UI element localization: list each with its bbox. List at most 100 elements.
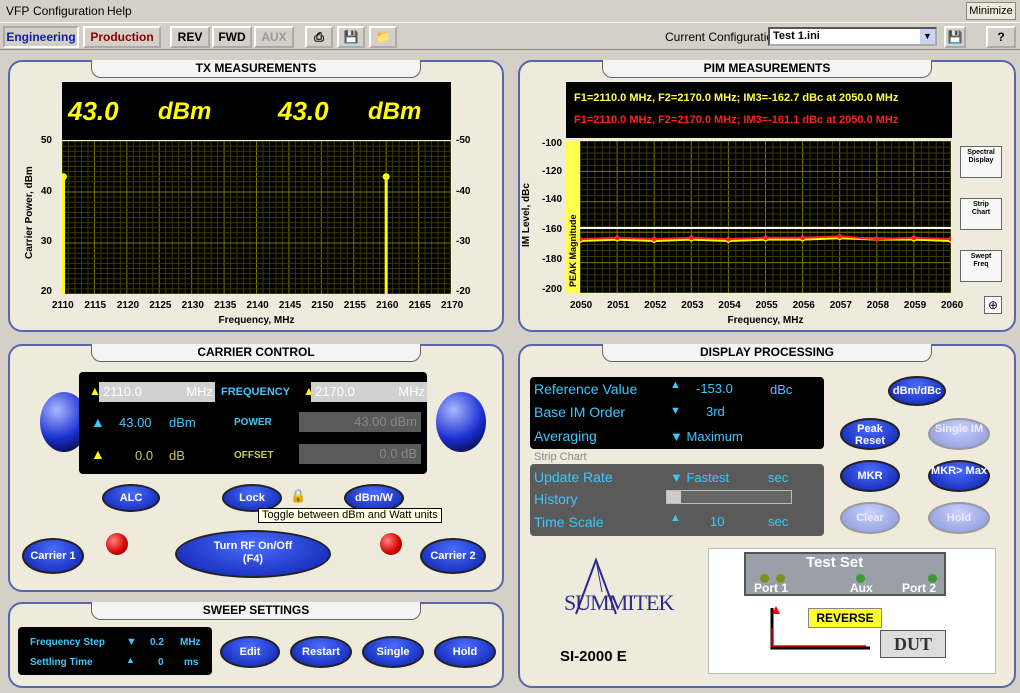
fwd-button[interactable]: FWD xyxy=(212,26,252,48)
restart-button[interactable]: Restart xyxy=(290,636,352,668)
frequency-step-stepper-icon[interactable]: ▼ xyxy=(126,636,137,648)
tx-chart xyxy=(62,141,451,294)
peak-magnitude-bar: PEAK Magnitude xyxy=(566,141,580,293)
hold-button[interactable]: Hold xyxy=(928,502,990,534)
sweep-params: Frequency Step ▼ 0.2 MHz Settling Time ▲… xyxy=(18,627,212,675)
tx-xticks: 2110 2115 2120 2125 2130 2135 2140 2145 2150 2155… xyxy=(46,300,466,312)
tx-xlabel: Frequency, MHz xyxy=(218,315,295,326)
strip-chart-button[interactable]: Strip Chart xyxy=(960,198,1002,230)
tx-ytick: 20 xyxy=(40,286,52,297)
reference-unit: dBc xyxy=(770,382,793,397)
minimize-button[interactable]: Minimize xyxy=(966,2,1016,20)
f1-field[interactable]: 2110.0 MHz xyxy=(99,382,215,402)
power-label: POWER xyxy=(234,417,272,428)
peak-magnitude-label: PEAK Magnitude xyxy=(568,214,578,287)
pim-title: PIM MEASUREMENTS xyxy=(602,60,932,78)
edit-button[interactable]: Edit xyxy=(220,636,280,668)
averaging-value[interactable]: ▼ Maximum xyxy=(670,429,743,444)
time-scale-stepper-icon[interactable]: ▲ xyxy=(670,512,681,524)
pim-series-point xyxy=(800,235,806,241)
tx-xtick: 2120 xyxy=(116,300,140,311)
pim-series-point xyxy=(874,236,880,242)
alc-button[interactable]: ALC xyxy=(102,484,160,512)
pim-readout-line2: F1=2110.0 MHz, F2=2170.0 MHz; IM3=-161.1… xyxy=(574,114,899,126)
config-select[interactable]: Test 1.ini ▼ xyxy=(768,27,937,46)
history-slider[interactable] xyxy=(666,490,792,504)
power1-stepper-icon[interactable]: ▲ xyxy=(91,414,105,430)
help-button[interactable]: ? xyxy=(986,26,1016,48)
production-button[interactable]: Production xyxy=(83,26,161,48)
order-dropdown-icon[interactable]: ▼ xyxy=(670,405,681,417)
offset-label: OFFSET xyxy=(234,450,274,461)
menu-help[interactable]: Help xyxy=(107,4,132,18)
settling-time-label: Settling Time xyxy=(30,657,93,668)
tx-ytick-right: -20 xyxy=(456,286,471,297)
tx-xtick: 2130 xyxy=(181,300,204,311)
pim-xtick: 2052 xyxy=(644,300,667,311)
time-scale-label: Time Scale xyxy=(534,514,604,530)
offset2-field[interactable]: 0.0 dB xyxy=(299,444,421,464)
save-config-icon[interactable]: 💾 xyxy=(944,26,966,48)
tx-xtick: 2145 xyxy=(278,300,302,311)
peak-reset-button[interactable]: Peak Reset xyxy=(840,418,900,450)
carrier2-button[interactable]: Carrier 2 xyxy=(420,538,486,574)
rev-button[interactable]: REV xyxy=(170,26,210,48)
pim-ylabel: IM Level, dBc xyxy=(521,183,532,247)
tx-readout-right-value: 43.0 xyxy=(278,96,329,126)
spectral-display-button[interactable]: Spectral Display xyxy=(960,146,1002,178)
power1-value[interactable]: 43.00 xyxy=(119,415,152,430)
sweep-hold-button[interactable]: Hold xyxy=(434,636,496,668)
tx-readout: 43.0 dBm 43.0 dBm xyxy=(62,82,451,140)
tx-xtick: 2135 xyxy=(214,300,237,311)
offset1-unit: dB xyxy=(169,448,185,463)
pim-chart xyxy=(580,141,951,293)
tx-ylabel: Carrier Power, dBm xyxy=(24,166,35,260)
offset1-value[interactable]: 0.0 xyxy=(135,448,153,463)
aux-button[interactable]: AUX xyxy=(254,26,294,48)
time-scale-value[interactable]: 10 xyxy=(710,514,724,529)
tooltip: Toggle between dBm and Watt units xyxy=(258,508,442,523)
reference-value[interactable]: -153.0 xyxy=(696,381,733,396)
base-im-order-value[interactable]: 3rd xyxy=(706,404,725,419)
settling-time-value[interactable]: 0 xyxy=(158,657,164,668)
reference-stepper-icon[interactable]: ▲ xyxy=(670,379,681,391)
save-icon[interactable]: 💾 xyxy=(337,26,365,48)
dbm-dbc-button[interactable]: dBm/dBc xyxy=(888,376,946,406)
open-folder-icon[interactable]: 📁 xyxy=(369,26,397,48)
sweep-single-button[interactable]: Single xyxy=(362,636,424,668)
settling-time-stepper-icon[interactable]: ▲ xyxy=(126,655,135,665)
update-rate-value[interactable]: ▼ Fastest xyxy=(670,470,729,485)
offset1-stepper-icon[interactable]: ▲ xyxy=(91,446,105,462)
frequency-step-unit: MHz xyxy=(180,637,201,648)
f2-field[interactable]: 2170.0 MHz xyxy=(311,382,427,402)
tx-xtick: 2170 xyxy=(441,300,464,311)
config-label: Current Configuration: xyxy=(665,30,784,44)
zoom-icon[interactable]: ⊕ xyxy=(984,296,1002,314)
frequency-step-value[interactable]: 0.2 xyxy=(150,637,164,648)
carrier2-knob[interactable] xyxy=(436,392,486,452)
engineering-button[interactable]: Engineering xyxy=(3,26,79,48)
carrier2-indicator xyxy=(380,533,402,555)
f1-unit: MHz xyxy=(186,384,213,399)
reference-value-label: Reference Value xyxy=(534,381,638,397)
print-icon[interactable]: ⎙ xyxy=(305,26,333,48)
pim-series-point xyxy=(614,235,620,241)
frequency-label: FREQUENCY xyxy=(221,386,291,398)
pim-xtick: 2057 xyxy=(829,300,852,311)
carrier1-button[interactable]: Carrier 1 xyxy=(22,538,84,574)
menu-vfp[interactable]: VFP xyxy=(6,4,29,18)
frequency-step-label: Frequency Step xyxy=(30,637,106,648)
rf-on-off-button[interactable]: Turn RF On/Off (F4) xyxy=(175,530,331,578)
tx-ytick: 40 xyxy=(40,186,52,197)
pim-ytick: -120 xyxy=(541,166,562,177)
mkr-max-button[interactable]: MKR> Max xyxy=(928,460,990,492)
menu-configuration[interactable]: Configuration xyxy=(33,4,104,18)
mkr-button[interactable]: MKR xyxy=(840,460,900,492)
single-im-button[interactable]: Single IM xyxy=(928,418,990,450)
swept-freq-button[interactable]: Swept Freq xyxy=(960,250,1002,282)
clear-button[interactable]: Clear xyxy=(840,502,900,534)
tx-readout-left-unit: dBm xyxy=(158,98,212,125)
update-rate-label: Update Rate xyxy=(534,469,613,485)
tx-xtick: 2140 xyxy=(246,300,269,311)
power2-field[interactable]: 43.00 dBm xyxy=(299,412,421,432)
